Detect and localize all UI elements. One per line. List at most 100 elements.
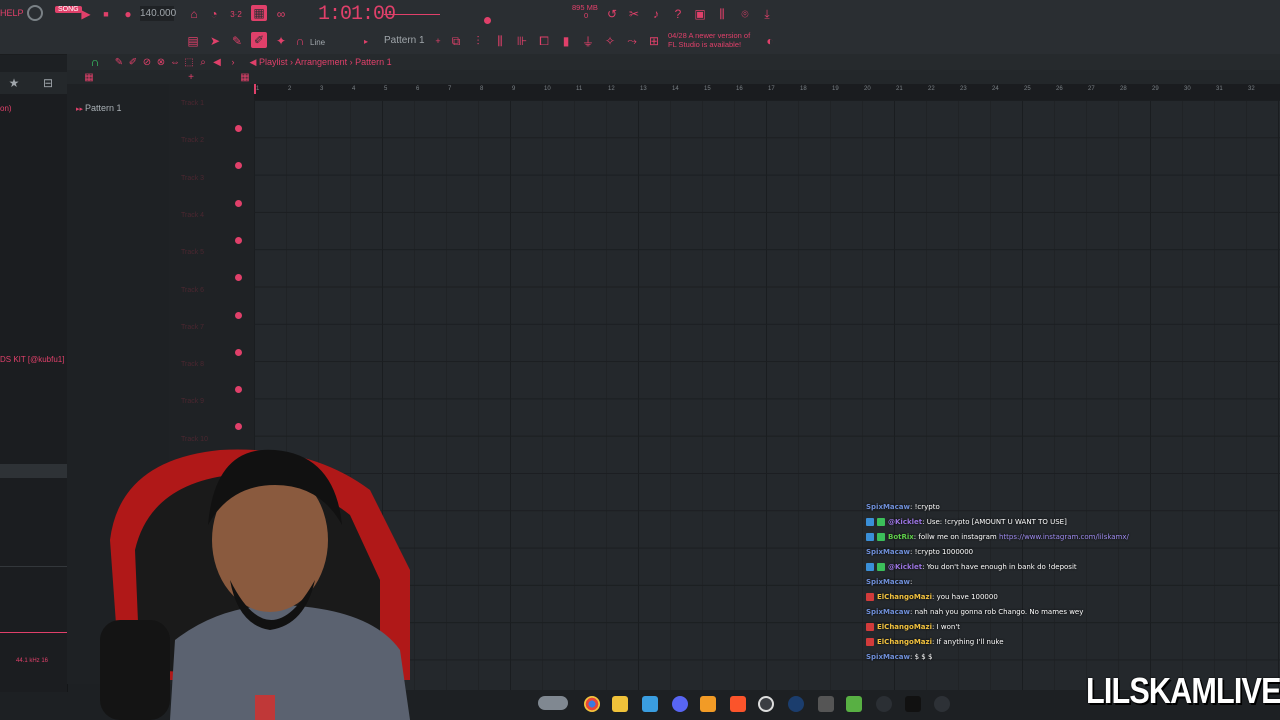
track-active-indicator[interactable] <box>235 311 242 319</box>
chat-username[interactable]: @Kicklet <box>888 563 922 571</box>
blend-notes-icon[interactable]: ∞ <box>273 6 289 22</box>
chat-username[interactable]: ElChangoMazi <box>877 593 932 601</box>
chat-icon[interactable]: ⌾ <box>737 6 753 22</box>
wand-icon[interactable]: ✧ <box>602 33 618 49</box>
layers-icon[interactable] <box>846 696 862 712</box>
draw-tool-icon[interactable]: ✐ <box>251 32 267 48</box>
track-label[interactable]: Track 5 <box>181 249 204 256</box>
add-track-icon[interactable]: + <box>183 69 199 85</box>
chrome-icon[interactable] <box>584 696 600 712</box>
save-icon[interactable]: ▣ <box>692 6 708 22</box>
mixer-icon[interactable]: ⫼ <box>714 6 730 22</box>
brave-icon[interactable] <box>730 696 746 712</box>
chat-username[interactable]: SpixMacaw <box>866 548 910 556</box>
ruler-tick: 31 <box>1216 86 1223 92</box>
help-menu[interactable]: HELP <box>0 8 24 18</box>
gift-icon[interactable]: ⊞ <box>646 33 662 49</box>
piano-roll-icon[interactable]: ▤ <box>185 33 201 49</box>
breadcrumb-playlist[interactable]: Playlist <box>259 57 288 67</box>
clipboard-icon[interactable]: ▮ <box>558 33 574 49</box>
metronome-icon[interactable]: ⌂ <box>186 6 202 22</box>
chat-username[interactable]: @Kicklet <box>888 518 922 526</box>
browser-entry[interactable]: on) <box>0 104 12 113</box>
fl-studio-icon[interactable] <box>700 696 716 712</box>
track-active-indicator[interactable] <box>235 348 242 356</box>
audio-input-icon[interactable]: ♪ <box>648 6 664 22</box>
file-explorer-icon[interactable] <box>612 696 628 712</box>
obs-icon[interactable] <box>758 696 774 712</box>
playhead-marker[interactable] <box>254 84 256 94</box>
browser-entry-selected[interactable]: DS KIT [@kubfu1] <box>0 355 64 364</box>
master-volume-knob[interactable] <box>27 5 43 21</box>
chat-username[interactable]: SpixMacaw <box>866 578 910 586</box>
star-icon[interactable]: ★ <box>6 75 22 91</box>
chat-username[interactable]: SpixMacaw <box>866 653 910 661</box>
track-active-indicator[interactable] <box>235 199 242 207</box>
breadcrumb-arrangement[interactable]: Arrangement <box>295 57 347 67</box>
breadcrumb-pattern[interactable]: Pattern 1 <box>355 57 392 67</box>
download-icon[interactable]: ⤓ <box>759 6 775 22</box>
playback-tool-icon[interactable]: ◀ <box>209 54 225 70</box>
track-label[interactable]: Track 2 <box>181 137 204 144</box>
pattern-prev-icon[interactable]: ▸ <box>358 33 374 49</box>
app-icon[interactable] <box>818 696 834 712</box>
chat-text: : I won't <box>932 623 960 631</box>
track-label[interactable]: Track 7 <box>181 324 204 331</box>
track-label[interactable]: Track 6 <box>181 287 204 294</box>
track-options-icon[interactable]: ▦ <box>237 69 253 85</box>
record-button[interactable]: ● <box>120 6 136 22</box>
news-panel[interactable]: 04/28 A newer version of FL Studio is av… <box>668 31 760 49</box>
headphones-icon[interactable]: ∩ <box>87 54 103 70</box>
arrow-icon[interactable]: › <box>225 54 241 70</box>
steam-icon[interactable] <box>788 696 804 712</box>
discord-icon[interactable] <box>672 696 688 712</box>
position-slider[interactable] <box>384 14 440 15</box>
browser-toggle-icon[interactable]: ⤳ <box>624 33 640 49</box>
chat-username[interactable]: BotRix <box>888 533 914 541</box>
track-active-indicator[interactable] <box>235 236 242 244</box>
chat-username[interactable]: SpixMacaw <box>866 503 910 511</box>
channel-rack-icon[interactable]: ➤ <box>207 33 223 49</box>
step-edit-icon[interactable]: ▦ <box>251 5 267 21</box>
pattern-add-icon[interactable]: + <box>430 33 446 49</box>
folder-icon[interactable]: ⊟ <box>40 75 56 91</box>
fader-icon[interactable]: ⊪ <box>514 33 530 49</box>
track-label[interactable]: Track 4 <box>181 212 204 219</box>
magnet-icon[interactable]: ∩ <box>292 33 308 49</box>
snap-mode[interactable]: Line <box>310 38 325 47</box>
play-button[interactable]: ▶ <box>78 6 94 22</box>
chat-username[interactable]: ElChangoMazi <box>877 623 932 631</box>
news-icon[interactable]: ◐ <box>762 33 778 49</box>
track-label[interactable]: Track 3 <box>181 175 204 182</box>
pencil-tool-icon[interactable]: ✎ <box>229 33 245 49</box>
weather-widget[interactable] <box>538 696 568 710</box>
chat-username[interactable]: ElChangoMazi <box>877 638 932 646</box>
wait-input-icon[interactable]: ◔ <box>206 6 222 22</box>
track-label[interactable]: Track 1 <box>181 100 204 107</box>
chat-text: : !crypto <box>910 503 940 511</box>
pattern-list-icon[interactable]: ▦ <box>81 69 97 85</box>
stop-button[interactable]: ■ <box>98 6 114 22</box>
undo-icon[interactable]: ↺ <box>604 6 620 22</box>
chat-username[interactable]: SpixMacaw <box>866 608 910 616</box>
cut-icon[interactable]: ✂ <box>626 6 642 22</box>
plug-icon[interactable]: ⏚ <box>580 33 596 49</box>
pitch-knob[interactable] <box>484 17 491 24</box>
playlist-icon[interactable]: ⧉ <box>448 33 464 49</box>
chat-link[interactable]: https://www.instagram.com/lilskamx/ <box>999 533 1129 541</box>
store-icon[interactable] <box>642 696 658 712</box>
capcut-icon[interactable] <box>905 696 921 712</box>
track-label[interactable]: Track 9 <box>181 398 204 405</box>
countdown-icon[interactable]: 3·2 <box>228 6 244 22</box>
help-icon[interactable]: ? <box>670 6 686 22</box>
channel-icon[interactable]: ⫶ <box>470 33 486 49</box>
tempo-display[interactable]: 140.000 <box>140 6 176 21</box>
plugin-icon[interactable]: ⧠ <box>536 33 552 49</box>
media-player-icon[interactable] <box>934 696 950 712</box>
paint-tool-icon[interactable]: ✦ <box>273 33 289 49</box>
ak-icon[interactable] <box>876 696 892 712</box>
picker-pattern-item[interactable]: ▸▸ Pattern 1 <box>76 103 122 113</box>
track-active-indicator[interactable] <box>235 125 242 132</box>
track-label[interactable]: Track 8 <box>181 361 204 368</box>
mixer-view-icon[interactable]: ⫼ <box>492 33 508 49</box>
